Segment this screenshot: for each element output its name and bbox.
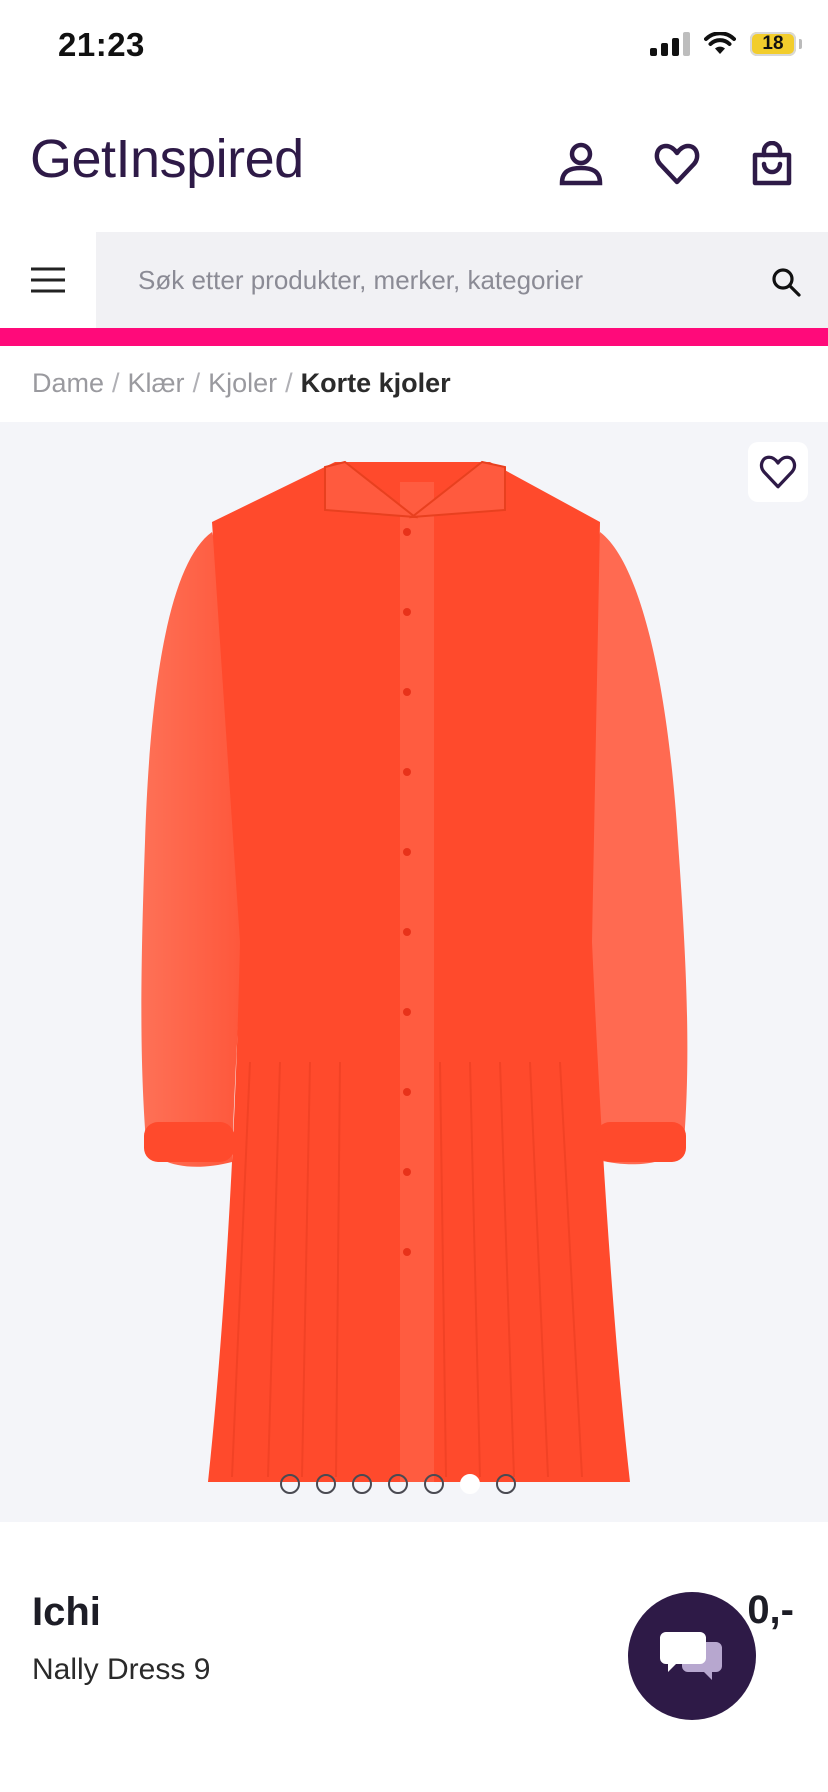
menu-button[interactable] xyxy=(0,232,96,328)
product-image xyxy=(141,460,688,1482)
battery-icon: 18 xyxy=(750,32,802,56)
gallery-pagination xyxy=(280,1474,516,1494)
product-price: 0,- xyxy=(747,1588,794,1632)
search-input[interactable] xyxy=(110,248,750,312)
signal-icon xyxy=(650,32,690,56)
breadcrumb-item-dame[interactable]: Dame xyxy=(32,368,104,399)
battery-level: 18 xyxy=(762,33,784,54)
breadcrumb: Dame / Klær / Kjoler / Korte kjoler xyxy=(32,368,451,399)
product-name: Nally Dress 9 xyxy=(32,1653,211,1686)
pagination-dot-active[interactable] xyxy=(460,1474,480,1494)
shopping-bag-icon xyxy=(752,141,792,186)
cart-button[interactable] xyxy=(748,140,796,188)
wifi-icon xyxy=(704,32,736,54)
breadcrumb-separator: / xyxy=(112,368,120,398)
hamburger-menu-icon xyxy=(31,267,65,293)
product-image-gallery[interactable] xyxy=(0,422,828,1522)
status-time: 21:23 xyxy=(58,26,145,63)
accent-bar xyxy=(0,328,828,346)
favorite-button[interactable] xyxy=(748,442,808,502)
account-button[interactable] xyxy=(557,140,605,188)
search-icon xyxy=(772,268,801,297)
pagination-dot[interactable] xyxy=(388,1474,408,1494)
chat-button[interactable] xyxy=(628,1592,756,1720)
heart-outline-icon xyxy=(759,455,797,489)
site-logo[interactable]: GetInspired xyxy=(30,128,304,190)
pagination-dot[interactable] xyxy=(280,1474,300,1494)
breadcrumb-separator: / xyxy=(285,368,293,398)
chat-bubbles-icon xyxy=(660,1632,722,1680)
breadcrumb-separator: / xyxy=(192,368,201,398)
breadcrumb-current: Korte kjoler xyxy=(300,368,451,398)
status-icons: 18 xyxy=(650,32,802,56)
heart-icon xyxy=(654,143,700,185)
pagination-dot[interactable] xyxy=(352,1474,372,1494)
product-brand[interactable]: Ichi xyxy=(32,1590,101,1635)
search-button[interactable] xyxy=(760,256,812,308)
pagination-dot[interactable] xyxy=(316,1474,336,1494)
breadcrumb-item-klaer[interactable]: Klær xyxy=(128,368,185,399)
pagination-dot[interactable] xyxy=(424,1474,444,1494)
account-icon xyxy=(559,142,603,186)
wishlist-button[interactable] xyxy=(653,140,701,188)
pagination-dot[interactable] xyxy=(496,1474,516,1494)
breadcrumb-item-kjoler[interactable]: Kjoler xyxy=(208,368,277,399)
